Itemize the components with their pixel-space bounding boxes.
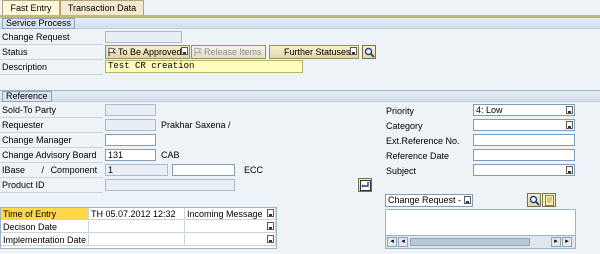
date-row-value[interactable]: [89, 234, 185, 246]
scroll-first-icon[interactable]: ◂: [387, 237, 397, 247]
ext-reference-field[interactable]: [473, 134, 575, 146]
scroll-right-icon[interactable]: ▸: [551, 237, 561, 247]
date-row-label: Implementation Date: [1, 234, 89, 246]
reference-date-field[interactable]: [473, 149, 575, 161]
scroll-last-icon[interactable]: ▸: [562, 237, 572, 247]
dates-table: Time of Entry TH 05.07.2012 12:32 Incomi…: [0, 207, 277, 249]
horizontal-scrollbar[interactable]: ◂ ◂ ▸ ▸: [386, 235, 575, 248]
section-header-service-process: Service Process: [0, 17, 600, 29]
description-label: Description: [0, 61, 103, 75]
subject-label: Subject: [386, 166, 417, 176]
chevron-down-icon: [464, 196, 471, 204]
date-row-label: Time of Entry: [1, 208, 89, 220]
chevron-down-icon: [350, 47, 357, 55]
ecc-text: ECC: [244, 165, 264, 175]
requester-field[interactable]: [105, 119, 156, 131]
priority-value: 4: Low: [476, 105, 503, 115]
cab-text: CAB: [161, 150, 180, 160]
text-type-value: Change Request - I: [388, 195, 467, 205]
description-field[interactable]: Test CR creation: [105, 60, 303, 73]
sold-to-party-field[interactable]: [105, 104, 156, 116]
enter-icon: [360, 180, 371, 193]
cab-field[interactable]: 131: [105, 149, 156, 161]
further-statuses-dropdown[interactable]: Further Statuses: [269, 45, 359, 59]
cab-label: Change Advisory Board: [0, 149, 103, 163]
text-display-button[interactable]: [527, 193, 541, 207]
sold-to-party-label: Sold-To Party: [0, 104, 103, 118]
chevron-down-icon: [566, 121, 573, 129]
requester-name: Prakhar Saxena /: [161, 120, 231, 130]
change-request-field[interactable]: [105, 31, 182, 43]
requester-label: Requester: [0, 119, 103, 133]
change-request-label: Change Request: [0, 31, 103, 45]
component-label: Component: [50, 165, 98, 175]
section-header-reference: Reference: [0, 90, 600, 102]
release-flag-icon: [194, 47, 203, 57]
new-entry-button[interactable]: [358, 178, 372, 192]
priority-label: Priority: [386, 106, 415, 116]
date-row-value[interactable]: [89, 221, 185, 233]
chevron-down-icon: [267, 209, 274, 217]
product-id-field[interactable]: [105, 179, 235, 191]
chevron-down-icon: [267, 235, 274, 243]
section-title: Service Process: [2, 18, 76, 29]
ibase-separator: /: [41, 165, 45, 175]
date-row-label: Decison Date: [1, 221, 89, 233]
ibase-label: IBase: [2, 165, 26, 175]
status-value: To Be Approved: [118, 47, 182, 57]
note-icon: [545, 195, 555, 208]
date-row-type[interactable]: Incoming Message: [185, 208, 276, 220]
category-dropdown[interactable]: [473, 119, 575, 131]
chevron-down-icon: [181, 47, 188, 55]
ibase-component-label: IBase / Component: [0, 164, 103, 178]
further-statuses-label: Further Statuses: [284, 47, 351, 57]
status-display-button[interactable]: [362, 45, 376, 59]
release-items-label: Release Items: [204, 47, 262, 57]
date-row-type-value: Incoming Message: [187, 209, 263, 219]
text-type-dropdown[interactable]: Change Request - I: [385, 194, 473, 207]
text-edit-button[interactable]: [542, 193, 556, 207]
chevron-down-icon: [267, 222, 274, 230]
status-dropdown[interactable]: To Be Approved: [105, 45, 190, 59]
subject-dropdown[interactable]: [473, 164, 575, 176]
date-row-value[interactable]: TH 05.07.2012 12:32: [89, 208, 185, 220]
magnifier-icon: [364, 47, 375, 60]
product-id-label: Product ID: [0, 179, 103, 193]
priority-dropdown[interactable]: 4: Low: [473, 104, 575, 116]
tab-transaction-data[interactable]: Transaction Data: [60, 0, 144, 15]
reference-date-label: Reference Date: [386, 151, 450, 161]
date-row-type[interactable]: [185, 234, 276, 246]
change-manager-label: Change Manager: [0, 134, 103, 148]
ext-reference-label: Ext.Reference No.: [386, 136, 460, 146]
chevron-down-icon: [566, 106, 573, 114]
scrollbar-thumb[interactable]: [410, 238, 530, 246]
tab-fast-entry[interactable]: Fast Entry: [2, 0, 60, 15]
section-title: Reference: [2, 91, 52, 102]
change-manager-field[interactable]: [105, 134, 156, 146]
ibase-field[interactable]: 1: [105, 164, 168, 176]
scroll-left-icon[interactable]: ◂: [398, 237, 408, 247]
chevron-down-icon: [566, 166, 573, 174]
text-area[interactable]: ◂ ◂ ▸ ▸: [385, 209, 576, 249]
status-flag-icon: [108, 47, 117, 57]
magnifier-icon: [529, 195, 540, 208]
component-field[interactable]: [172, 164, 235, 176]
release-items-button[interactable]: Release Items: [191, 45, 266, 59]
status-label: Status: [0, 46, 103, 60]
date-row-type[interactable]: [185, 221, 276, 233]
category-label: Category: [386, 121, 423, 131]
